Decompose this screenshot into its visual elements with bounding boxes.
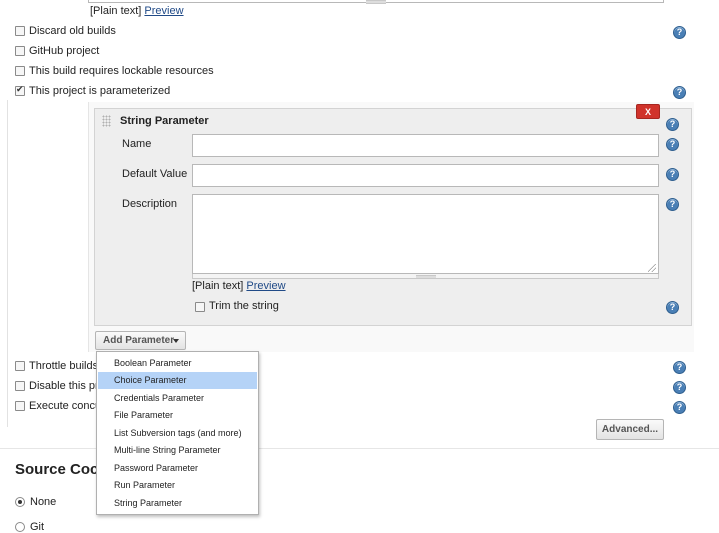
throttle-builds-checkbox[interactable] [15, 361, 25, 371]
add-parameter-button[interactable]: Add Parameter [95, 331, 186, 350]
description-preview-link[interactable]: Preview [246, 280, 285, 292]
add-parameter-label: Add Parameter [103, 335, 175, 346]
top-editor-format: [Plain text] Preview [90, 5, 184, 17]
trim-string-checkbox[interactable] [195, 302, 205, 312]
trim-string-label: Trim the string [209, 300, 279, 312]
description-textarea[interactable] [192, 194, 659, 274]
advanced-button[interactable]: Advanced... [596, 419, 664, 440]
disable-project-checkbox[interactable] [15, 381, 25, 391]
scm-git-radio[interactable] [15, 522, 25, 532]
top-preview-link[interactable]: Preview [144, 5, 183, 17]
lockable-resources-checkbox[interactable] [15, 66, 25, 76]
textarea-resize-icon[interactable] [648, 264, 656, 272]
help-icon[interactable]: ? [673, 86, 686, 99]
drag-handle-icon[interactable] [102, 115, 111, 127]
menu-item-string-parameter[interactable]: String Parameter [98, 495, 257, 512]
disable-project-label: Disable this pro [29, 380, 105, 392]
help-icon[interactable]: ? [673, 381, 686, 394]
delete-parameter-button[interactable]: X [636, 104, 660, 119]
description-label: Description [122, 198, 178, 210]
discard-old-builds-label: Discard old builds [29, 25, 116, 37]
menu-item-boolean-parameter[interactable]: Boolean Parameter [98, 355, 257, 372]
help-icon[interactable]: ? [666, 138, 679, 151]
menu-item-run-parameter[interactable]: Run Parameter [98, 477, 257, 494]
source-code-heading: Source Coc [15, 461, 99, 478]
caret-down-icon [173, 339, 179, 343]
menu-item-password-parameter[interactable]: Password Parameter [98, 460, 257, 477]
default-value-input[interactable] [192, 164, 659, 187]
resize-grip-icon[interactable] [366, 0, 386, 4]
github-project-checkbox[interactable] [15, 46, 25, 56]
string-parameter-title: String Parameter [120, 115, 209, 127]
menu-item-multiline-string-parameter[interactable]: Multi-line String Parameter [98, 442, 257, 459]
help-icon[interactable]: ? [666, 198, 679, 211]
menu-item-list-subversion-tags[interactable]: List Subversion tags (and more) [98, 425, 257, 442]
discard-old-builds-checkbox[interactable] [15, 26, 25, 36]
menu-item-credentials-parameter[interactable]: Credentials Parameter [98, 390, 257, 407]
execute-concurrent-checkbox[interactable] [15, 401, 25, 411]
name-label: Name [122, 138, 152, 150]
execute-concurrent-label: Execute concu [29, 400, 102, 412]
parameterized-checkbox[interactable] [15, 84, 25, 96]
help-icon[interactable]: ? [666, 301, 679, 314]
parameterized-label: This project is parameterized [29, 85, 171, 97]
plain-text-label: [Plain text] [192, 280, 244, 292]
section-indent-line [7, 100, 8, 427]
help-icon[interactable]: ? [673, 26, 686, 39]
plain-text-label: [Plain text] [90, 5, 142, 17]
default-value-label: Default Value [122, 168, 188, 180]
scm-none-radio[interactable] [15, 497, 25, 507]
help-icon[interactable]: ? [666, 118, 679, 131]
resize-grip-icon[interactable] [416, 275, 436, 279]
menu-item-choice-parameter[interactable]: Choice Parameter [98, 372, 257, 389]
github-project-label: GitHub project [29, 45, 100, 57]
name-input[interactable] [192, 134, 659, 157]
description-format: [Plain text] Preview [192, 280, 286, 292]
scm-git-label: Git [30, 521, 45, 533]
add-parameter-menu: Boolean Parameter Choice Parameter Crede… [96, 351, 259, 515]
radio-dot-icon [18, 500, 22, 504]
help-icon[interactable]: ? [666, 168, 679, 181]
menu-item-file-parameter[interactable]: File Parameter [98, 407, 257, 424]
scm-none-label: None [30, 496, 57, 508]
help-icon[interactable]: ? [673, 401, 686, 414]
throttle-builds-label: Throttle builds [29, 360, 99, 372]
lockable-resources-label: This build requires lockable resources [29, 65, 214, 77]
help-icon[interactable]: ? [673, 361, 686, 374]
